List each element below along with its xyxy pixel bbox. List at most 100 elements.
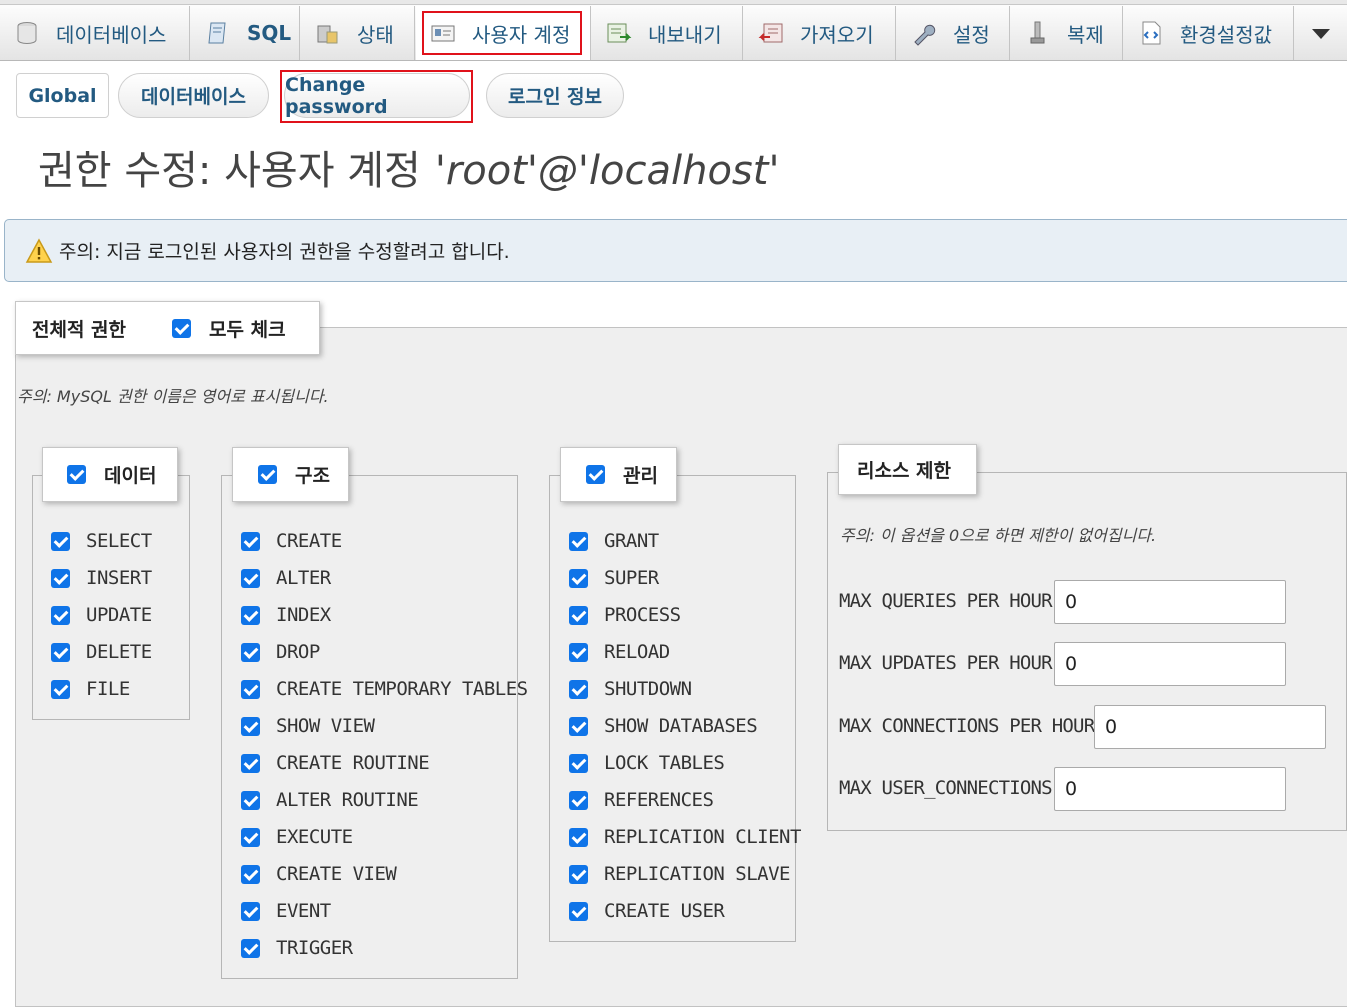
more-tabs-dropdown[interactable] [1295, 6, 1347, 60]
import-icon [758, 20, 784, 46]
privilege-item[interactable]: ALTER [241, 567, 331, 589]
tab-variables[interactable]: 환경설정값 [1124, 6, 1294, 60]
data-group-checkbox[interactable] [67, 465, 86, 484]
privilege-label: SHUTDOWN [604, 678, 692, 700]
privilege-label: SUPER [604, 567, 659, 589]
privilege-label: CREATE USER [604, 900, 725, 922]
privilege-item[interactable]: LOCK TABLES [569, 752, 725, 774]
privilege-checkbox[interactable] [569, 827, 588, 847]
privilege-item[interactable]: SUPER [569, 567, 659, 589]
subtab-global[interactable]: Global [16, 73, 109, 118]
privilege-item[interactable]: SHOW VIEW [241, 715, 375, 737]
privilege-item[interactable]: UPDATE [51, 604, 152, 626]
privilege-item[interactable]: CREATE USER [569, 900, 725, 922]
resource-limits-legend: 리소스 제한 [838, 444, 977, 495]
tab-settings[interactable]: 설정 [897, 6, 1010, 60]
privilege-checkbox[interactable] [51, 642, 70, 662]
privilege-item[interactable]: REPLICATION CLIENT [569, 826, 801, 848]
privilege-item[interactable]: TRIGGER [241, 937, 353, 959]
notice-text: 주의: 지금 로그인된 사용자의 권한을 수정할려고 합니다. [59, 241, 510, 263]
privilege-checkbox[interactable] [569, 790, 588, 810]
privilege-checkbox[interactable] [51, 679, 70, 699]
max-queries-input[interactable] [1054, 580, 1286, 624]
privilege-checkbox[interactable] [569, 901, 588, 921]
privilege-checkbox[interactable] [569, 864, 588, 884]
privilege-item[interactable]: FILE [51, 678, 130, 700]
privilege-checkbox[interactable] [51, 531, 70, 551]
check-all-checkbox[interactable] [172, 318, 192, 338]
subtab-login-info[interactable]: 로그인 정보 [486, 73, 624, 118]
structure-group-checkbox[interactable] [258, 465, 277, 484]
admin-group-checkbox[interactable] [586, 465, 605, 484]
privilege-item[interactable]: CREATE [241, 530, 342, 552]
privilege-item[interactable]: DELETE [51, 641, 152, 663]
privilege-checkbox[interactable] [51, 605, 70, 625]
privilege-item[interactable]: SELECT [51, 530, 152, 552]
privilege-item[interactable]: PROCESS [569, 604, 681, 626]
wrench-icon [911, 20, 937, 46]
tab-replication[interactable]: 복제 [1011, 6, 1123, 60]
max-updates-input[interactable] [1054, 642, 1286, 686]
privilege-checkbox[interactable] [241, 901, 260, 921]
max-connections-label: MAX CONNECTIONS PER HOUR [839, 715, 1095, 737]
privilege-item[interactable]: GRANT [569, 530, 659, 552]
privilege-item[interactable]: REPLICATION SLAVE [569, 863, 790, 885]
privilege-checkbox[interactable] [241, 864, 260, 884]
privilege-item[interactable]: REFERENCES [569, 789, 714, 811]
privilege-checkbox[interactable] [569, 531, 588, 551]
tab-import[interactable]: 가져오기 [744, 6, 896, 60]
tab-sql[interactable]: SQL [191, 6, 300, 60]
privilege-label: TRIGGER [276, 937, 353, 959]
privilege-item[interactable]: EXECUTE [241, 826, 353, 848]
privilege-label: REPLICATION CLIENT [604, 826, 801, 848]
privilege-item[interactable]: SHOW DATABASES [569, 715, 758, 737]
top-strip [0, 0, 1347, 5]
privilege-checkbox[interactable] [241, 938, 260, 958]
tab-user-accounts[interactable]: 사용자 계정 [416, 6, 591, 60]
privilege-checkbox[interactable] [241, 531, 260, 551]
privilege-checkbox[interactable] [51, 568, 70, 588]
privilege-item[interactable]: INDEX [241, 604, 331, 626]
subtab-change-password[interactable]: Change password [284, 73, 470, 118]
privilege-checkbox[interactable] [569, 605, 588, 625]
privilege-checkbox[interactable] [569, 716, 588, 736]
privilege-checkbox[interactable] [241, 642, 260, 662]
privilege-checkbox[interactable] [569, 568, 588, 588]
privilege-item[interactable]: EVENT [241, 900, 331, 922]
privilege-checkbox[interactable] [241, 716, 260, 736]
structure-legend: 구조 [232, 447, 349, 502]
export-icon [606, 20, 632, 46]
privilege-label: UPDATE [86, 604, 152, 626]
privilege-label: ALTER [276, 567, 331, 589]
privilege-checkbox[interactable] [569, 642, 588, 662]
tab-databases[interactable]: 데이터베이스 [0, 6, 190, 60]
privilege-item[interactable]: ALTER ROUTINE [241, 789, 419, 811]
tab-export[interactable]: 내보내기 [592, 6, 743, 60]
privilege-item[interactable]: RELOAD [569, 641, 670, 663]
privilege-item[interactable]: SHUTDOWN [569, 678, 692, 700]
privilege-item[interactable]: INSERT [51, 567, 152, 589]
check-all-label[interactable]: 모두 체크 [209, 315, 286, 342]
privilege-item[interactable]: CREATE VIEW [241, 863, 397, 885]
max-queries-label: MAX QUERIES PER HOUR [839, 590, 1053, 612]
privilege-checkbox[interactable] [241, 827, 260, 847]
privilege-checkbox[interactable] [569, 679, 588, 699]
privilege-checkbox[interactable] [241, 753, 260, 773]
privilege-label: REFERENCES [604, 789, 714, 811]
privilege-item[interactable]: DROP [241, 641, 320, 663]
privilege-checkbox[interactable] [241, 605, 260, 625]
privilege-checkbox[interactable] [241, 790, 260, 810]
privilege-checkbox[interactable] [241, 679, 260, 699]
privilege-label: FILE [86, 678, 130, 700]
tab-status[interactable]: 상태 [301, 6, 415, 60]
max-user-connections-label: MAX USER_CONNECTIONS [839, 777, 1053, 799]
privilege-item[interactable]: CREATE TEMPORARY TABLES [241, 678, 528, 700]
privilege-item[interactable]: CREATE ROUTINE [241, 752, 430, 774]
privilege-checkbox[interactable] [241, 568, 260, 588]
subtab-database[interactable]: 데이터베이스 [118, 73, 269, 118]
privilege-label: CREATE TEMPORARY TABLES [276, 678, 528, 700]
max-connections-input[interactable] [1094, 705, 1326, 749]
max-user-connections-input[interactable] [1054, 767, 1286, 811]
global-privileges-legend: 전체적 권한 모두 체크 [15, 301, 320, 355]
privilege-checkbox[interactable] [569, 753, 588, 773]
